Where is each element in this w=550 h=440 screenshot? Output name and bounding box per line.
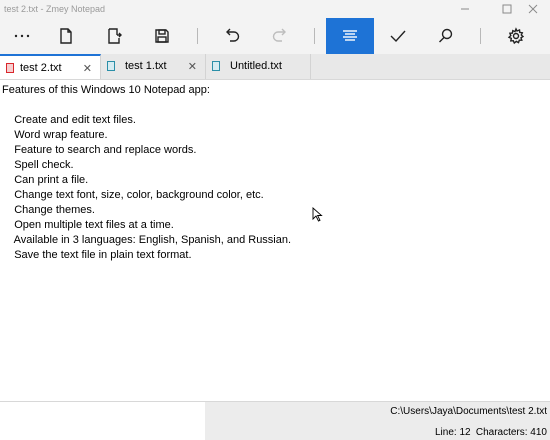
word-wrap-button[interactable] bbox=[326, 18, 374, 54]
minimize-icon bbox=[461, 8, 469, 10]
new-file-button[interactable] bbox=[44, 18, 88, 54]
editor-line: Save the text file in plain text format. bbox=[2, 249, 192, 261]
status-bar-left bbox=[0, 401, 205, 440]
minimize-button[interactable] bbox=[448, 0, 482, 18]
redo-button[interactable] bbox=[258, 18, 302, 54]
open-file-icon bbox=[108, 28, 122, 44]
editor-line: Create and edit text files. bbox=[2, 114, 136, 126]
undo-icon bbox=[226, 28, 240, 42]
text-editor[interactable]: Features of this Windows 10 Notepad app:… bbox=[0, 80, 550, 400]
open-file-button[interactable] bbox=[92, 18, 136, 54]
text-file-icon bbox=[6, 63, 14, 73]
editor-line: Feature to search and replace words. bbox=[2, 144, 197, 156]
editor-line: Features of this Windows 10 Notepad app: bbox=[2, 84, 210, 96]
search-button[interactable] bbox=[424, 18, 468, 54]
save-button[interactable] bbox=[140, 18, 184, 54]
tab-label: test 2.txt bbox=[20, 62, 62, 74]
toolbar-separator bbox=[314, 28, 315, 44]
save-icon bbox=[155, 29, 169, 43]
checkmark-icon bbox=[390, 30, 406, 43]
toolbar-separator bbox=[480, 28, 481, 44]
character-count: Characters: 410 bbox=[475, 427, 547, 438]
tab-strip: test 2.txt ✕ test 1.txt ✕ Untitled.txt bbox=[0, 54, 550, 80]
more-button[interactable] bbox=[0, 18, 44, 54]
status-bar: C:\Users\Jaya\Documents\test 2.txt Line:… bbox=[205, 401, 550, 440]
editor-line: Change themes. bbox=[2, 204, 95, 216]
gear-icon bbox=[507, 27, 525, 45]
editor-line: Available in 3 languages: English, Spani… bbox=[2, 234, 292, 246]
toolbar bbox=[0, 18, 550, 54]
search-icon bbox=[439, 28, 453, 43]
editor-line: Change text font, size, color, backgroun… bbox=[2, 189, 264, 201]
file-path: C:\Users\Jaya\Documents\test 2.txt bbox=[390, 406, 547, 417]
tab-test-2[interactable]: test 2.txt ✕ bbox=[0, 54, 101, 79]
text-file-icon bbox=[107, 61, 115, 71]
line-indicator: Line: 12 bbox=[435, 427, 471, 438]
close-icon[interactable]: ✕ bbox=[83, 62, 92, 75]
redo-icon bbox=[272, 28, 286, 42]
tab-test-1[interactable]: test 1.txt ✕ bbox=[101, 54, 206, 79]
close-icon[interactable]: ✕ bbox=[188, 60, 197, 73]
window-title: test 2.txt - Zmey Notepad bbox=[4, 4, 106, 14]
toolbar-separator bbox=[197, 28, 198, 44]
spell-check-button[interactable] bbox=[376, 18, 420, 54]
maximize-icon bbox=[502, 4, 512, 14]
title-bar: test 2.txt - Zmey Notepad bbox=[0, 0, 550, 18]
editor-line: Word wrap feature. bbox=[2, 129, 108, 141]
editor-line: Can print a file. bbox=[2, 174, 89, 186]
new-file-icon bbox=[60, 28, 72, 44]
close-window-button[interactable] bbox=[516, 0, 550, 18]
tab-label: Untitled.txt bbox=[230, 60, 282, 72]
tab-label: test 1.txt bbox=[125, 60, 167, 72]
tab-untitled[interactable]: Untitled.txt bbox=[206, 54, 311, 79]
mouse-cursor-icon bbox=[312, 207, 323, 222]
editor-line: Open multiple text files at a time. bbox=[2, 219, 174, 231]
text-file-icon bbox=[212, 61, 220, 71]
editor-line: Spell check. bbox=[2, 159, 74, 171]
more-icon bbox=[14, 34, 30, 38]
undo-button[interactable] bbox=[210, 18, 254, 54]
word-wrap-icon bbox=[343, 30, 357, 41]
settings-button[interactable] bbox=[494, 18, 538, 54]
close-icon bbox=[528, 4, 538, 14]
